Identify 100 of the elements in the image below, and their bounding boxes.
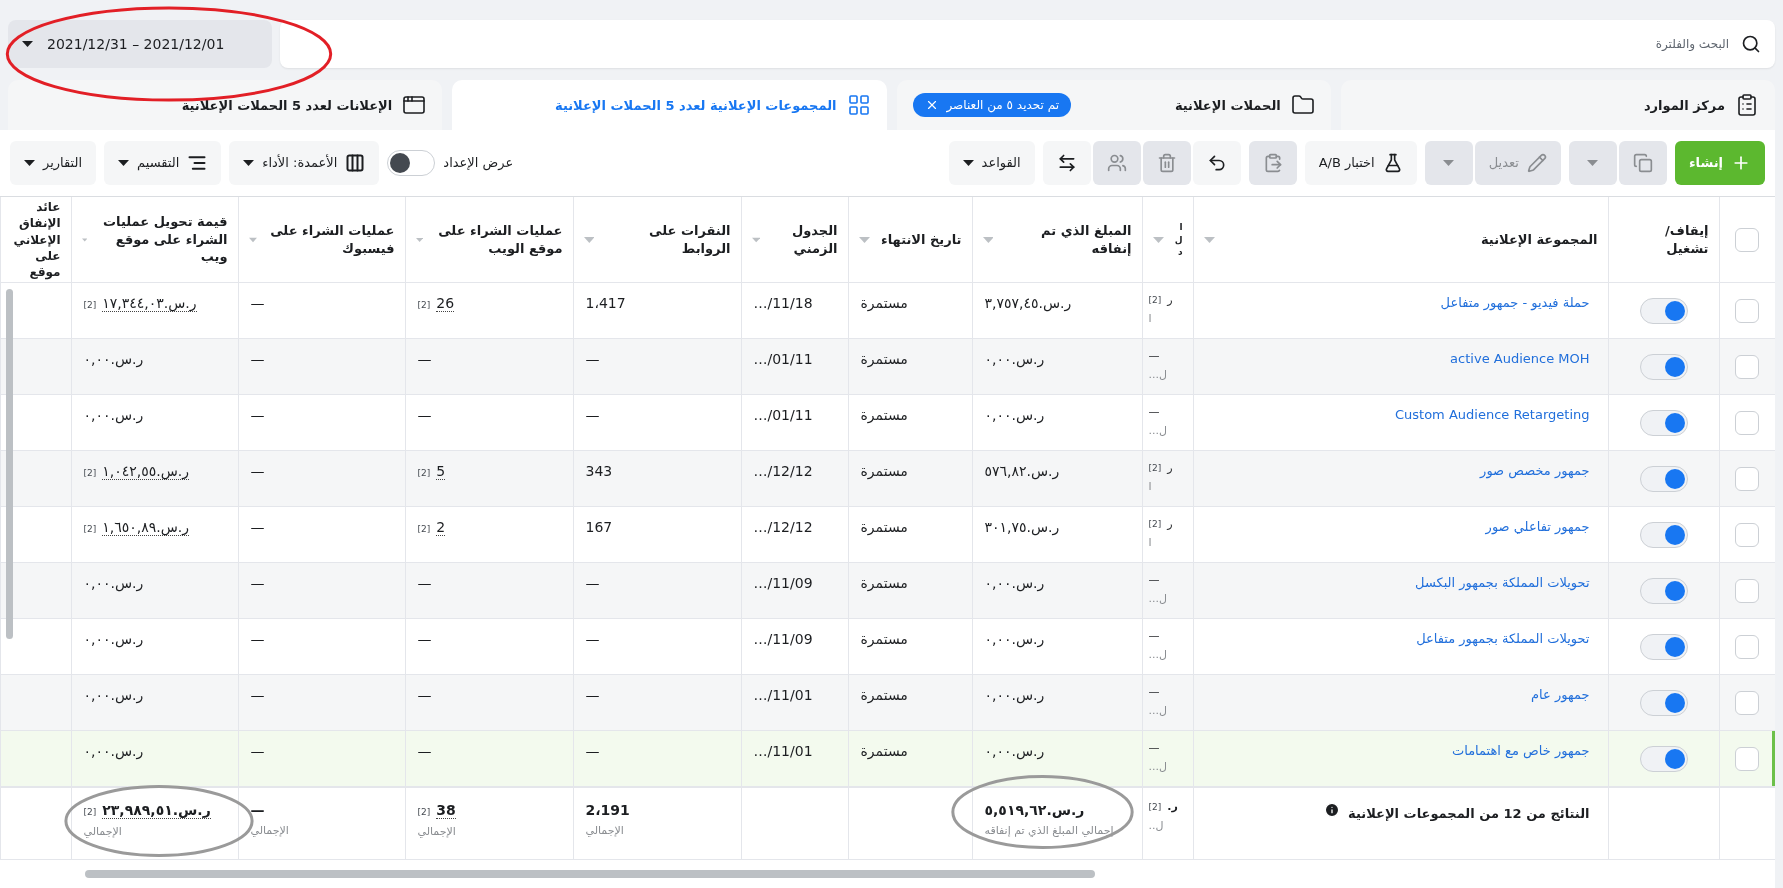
cell-caption: ل... xyxy=(1148,424,1167,438)
tab[interactable]: الإعلانات لعدد 5 الحملات الإعلانية xyxy=(8,80,443,130)
checkbox[interactable] xyxy=(1735,522,1760,547)
column-header[interactable]: ا ل د xyxy=(1172,221,1183,258)
reports-button[interactable]: التقارير xyxy=(10,140,97,185)
rules-button[interactable]: القواعد xyxy=(948,140,1035,185)
checkbox[interactable] xyxy=(1735,466,1760,491)
column-header[interactable]: عمليات الشراء على موقع الويب xyxy=(428,222,563,258)
ad-set-link[interactable]: تحويلات المملكة بجمهور متفاعل xyxy=(1416,631,1590,647)
column-header[interactable]: إيقاف/ تشغيل xyxy=(1648,222,1709,258)
cell-caption: الإجمالي xyxy=(83,824,122,838)
cell-value: ر.س.١٧,٣٤٤,٠٣ xyxy=(102,295,197,313)
columns-icon xyxy=(345,152,366,173)
column-header[interactable]: النقرات على الروابط xyxy=(600,222,731,258)
results-summary: النتائج من 12 من المجموعات الإعلانية xyxy=(1348,805,1590,821)
footnote-mark: [2] xyxy=(83,300,97,311)
ad-set-link[interactable]: Custom Audience Retargeting xyxy=(1394,407,1590,423)
column-header[interactable]: عائد الإنفاق الإعلاني على موقع xyxy=(10,199,61,281)
selection-chip[interactable]: تم تحديد ٥ من العناصر xyxy=(912,93,1071,117)
cell-value: …/12/12 xyxy=(753,519,813,536)
cell-value: مستمرة xyxy=(860,463,908,480)
caret-icon xyxy=(248,236,257,243)
toggle-switch[interactable] xyxy=(1639,465,1688,492)
scrollbar[interactable] xyxy=(85,870,1095,878)
cell-value: — xyxy=(585,687,600,704)
toggle-switch[interactable] xyxy=(1639,689,1688,716)
cell-value: — xyxy=(417,631,432,648)
cell-value: ر xyxy=(1167,461,1173,475)
tab[interactable]: المجموعات الإعلانية لعدد 5 الحملات الإعلانية xyxy=(452,80,887,130)
checkbox[interactable] xyxy=(1735,690,1760,715)
cell-value: مستمرة xyxy=(860,743,908,760)
caret-icon xyxy=(962,159,974,166)
checkbox[interactable] xyxy=(1735,298,1760,323)
footnote-mark: [2] xyxy=(1148,463,1162,474)
columns-button[interactable]: الأعمدة: الأداء xyxy=(229,140,380,185)
checkbox[interactable] xyxy=(1735,634,1760,659)
checkbox[interactable] xyxy=(1735,354,1760,379)
undo-icon xyxy=(1206,152,1227,173)
toggle-switch[interactable] xyxy=(1639,521,1688,548)
tab[interactable]: مركز الموارد xyxy=(1340,80,1775,130)
cell-value: — xyxy=(250,463,265,480)
cell-value: ر.س.٠,٠٠ xyxy=(83,687,144,704)
checkbox[interactable] xyxy=(1735,746,1760,771)
caret-icon xyxy=(1587,159,1599,166)
toggle-switch[interactable] xyxy=(1639,297,1688,324)
toggle-switch[interactable] xyxy=(1639,745,1688,772)
column-header[interactable]: تاريخ الانتهاء xyxy=(881,230,962,249)
tab[interactable]: الحملات الإعلانية تم تحديد ٥ من العناصر xyxy=(896,80,1331,130)
cell-value: ر.س.٥٧٦,٨٢ xyxy=(984,463,1060,480)
checkbox[interactable] xyxy=(1735,578,1760,603)
column-header[interactable]: المجموعة الإعلانية xyxy=(1480,230,1598,249)
cell-caption: ل.. xyxy=(1148,818,1164,832)
cell-value: ر.س.٥,٥١٩,٦٢ xyxy=(984,801,1085,818)
column-header[interactable]: قيمة تحويل عمليات الشراء على موقع ويب xyxy=(92,213,228,266)
ad-set-link[interactable]: جمهور عام xyxy=(1531,687,1590,703)
cell-value: 343 xyxy=(585,463,613,480)
cell-value: — xyxy=(250,743,265,760)
checkbox[interactable] xyxy=(1735,227,1760,252)
undo-button[interactable] xyxy=(1192,140,1241,185)
ad-set-link[interactable]: جمهور مخصص صور xyxy=(1480,463,1590,479)
ad-set-link[interactable]: جمهور خاص مع اهتمامات xyxy=(1451,743,1590,759)
cell-value: 26 xyxy=(436,295,455,313)
ad-set-link[interactable]: حملة فيديو - جمهور متفاعل xyxy=(1440,295,1590,311)
clipboard-icon xyxy=(1735,93,1759,117)
ad-set-link[interactable]: تحويلات المملكة بجمهور البكسل xyxy=(1415,575,1590,591)
cell-caption: ا xyxy=(1148,480,1152,494)
cell-value: — xyxy=(417,687,432,704)
cell-value: …/11/09 xyxy=(753,631,813,648)
column-header[interactable]: عمليات الشراء على فيسبوك xyxy=(262,222,395,258)
search-field[interactable]: البحث والفلترة xyxy=(280,20,1775,68)
ab-test-button[interactable]: اختبار A/B xyxy=(1304,140,1417,185)
cell-value: — xyxy=(585,351,600,368)
cell-value: …/01/11 xyxy=(753,351,813,368)
copy-icon xyxy=(1632,152,1653,173)
ad-set-link[interactable]: active Audience MOH xyxy=(1450,351,1590,367)
ad-set-link[interactable]: جمهور تفاعلي صور xyxy=(1485,519,1590,535)
cell-value: — xyxy=(250,295,265,312)
toggle-switch[interactable] xyxy=(387,149,436,176)
toggle-switch[interactable] xyxy=(1639,409,1688,436)
date-range-button[interactable]: 2021/12/31 – 2021/12/01 xyxy=(8,20,272,68)
cell-value: — xyxy=(250,519,265,536)
checkbox[interactable] xyxy=(1735,410,1760,435)
breakdown-button[interactable]: التقسيم xyxy=(104,140,222,185)
caret-icon xyxy=(583,236,595,243)
toggle-switch[interactable] xyxy=(1639,633,1688,660)
column-header[interactable]: الجدول الزمني xyxy=(765,222,838,258)
toggle-switch[interactable] xyxy=(1639,577,1688,604)
cell-value: ر.س.٠,٠٠ xyxy=(984,407,1045,424)
cell-value: …/01/11 xyxy=(753,407,813,424)
cell-value: ر.س.٠,٠٠ xyxy=(984,631,1045,648)
people-icon xyxy=(1106,152,1127,173)
column-header[interactable]: المبلغ الذي تم إنفاقه xyxy=(999,222,1132,258)
swap-button[interactable] xyxy=(1042,140,1091,185)
cell-value: — xyxy=(1148,741,1160,755)
info-icon[interactable] xyxy=(1324,801,1341,818)
scrollbar[interactable] xyxy=(6,288,13,639)
toggle-switch[interactable] xyxy=(1639,353,1688,380)
cell-value: — xyxy=(250,801,265,818)
caret-icon xyxy=(1203,236,1215,243)
grid-icon xyxy=(846,93,871,117)
